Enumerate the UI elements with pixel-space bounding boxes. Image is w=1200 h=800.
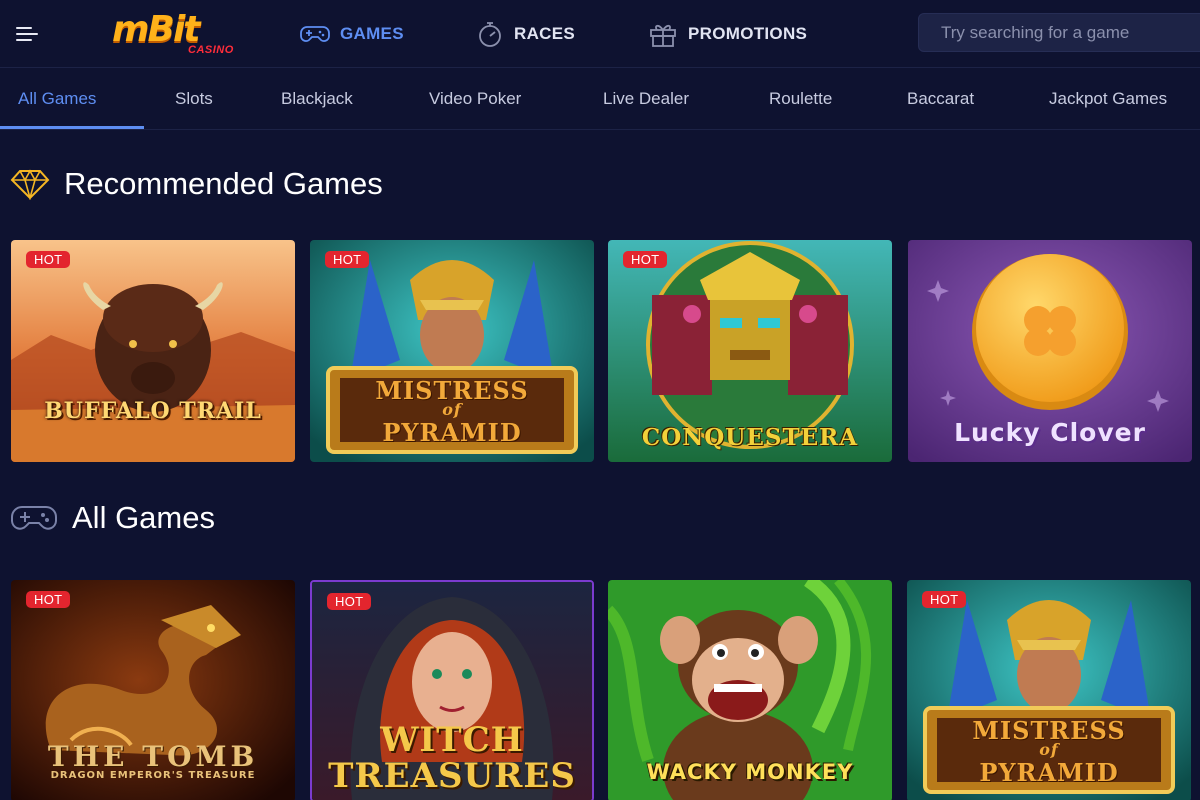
section-title: All Games — [72, 500, 215, 535]
tab-blackjack[interactable]: Blackjack — [281, 68, 353, 130]
game-title-line3: PYRAMID — [979, 758, 1119, 787]
tab-all-games[interactable]: All Games — [18, 68, 96, 130]
gamepad-icon — [300, 26, 330, 42]
tab-baccarat[interactable]: Baccarat — [907, 68, 974, 130]
menu-icon[interactable] — [16, 22, 40, 44]
hot-badge: HOT — [325, 251, 370, 268]
tab-slots[interactable]: Slots — [175, 68, 213, 130]
section-title: Recommended Games — [64, 166, 383, 201]
menu-icon-line — [16, 33, 38, 35]
hot-badge: HOT — [623, 251, 668, 268]
game-title-line1: WITCH — [380, 720, 524, 760]
top-navigation-bar: mBit CASINO GAMES RACES PROMOTIONS — [0, 0, 1200, 68]
game-title-line2: of — [1039, 740, 1059, 759]
game-card-witch-treasures[interactable]: HOT WITCH TREASURES — [310, 580, 594, 800]
game-card-mistress-of-pyramid[interactable]: HOT MISTRESS of PYRAMID — [310, 240, 594, 462]
recommended-games-header: Recommended Games — [10, 166, 383, 202]
game-title: WACKY MONKEY — [646, 760, 854, 784]
nav-races-label: RACES — [514, 24, 576, 43]
nav-games[interactable]: GAMES — [300, 18, 404, 50]
tab-roulette[interactable]: Roulette — [769, 68, 832, 130]
stopwatch-icon — [479, 22, 501, 47]
game-title: THE TOMB — [47, 740, 259, 773]
tab-live-dealer[interactable]: Live Dealer — [603, 68, 689, 130]
category-tabs: All Games Slots Blackjack Video Poker Li… — [0, 68, 1200, 130]
game-card-conquestera[interactable]: HOT CONQUESTERA — [608, 240, 892, 462]
game-card-lucky-clover[interactable]: Lucky Clover — [908, 240, 1192, 462]
nav-games-label: GAMES — [340, 24, 404, 43]
nav-promotions-label: PROMOTIONS — [688, 24, 808, 43]
search-input[interactable] — [918, 13, 1200, 52]
game-title: Lucky Clover — [954, 418, 1146, 447]
mbit-casino-logo[interactable]: mBit CASINO — [112, 10, 252, 60]
game-card-the-tomb[interactable]: HOT THE TOMB DRAGON EMPEROR'S TREASURE — [11, 580, 295, 800]
game-card-wacky-monkey[interactable]: WACKY MONKEY — [608, 580, 892, 800]
menu-icon-line — [16, 39, 32, 41]
tab-video-poker[interactable]: Video Poker — [429, 68, 521, 130]
diamond-icon — [10, 169, 50, 200]
nav-promotions[interactable]: PROMOTIONS — [648, 18, 807, 50]
tab-jackpot-games[interactable]: Jackpot Games — [1049, 68, 1167, 130]
active-tab-indicator — [0, 126, 144, 129]
game-subtitle: DRAGON EMPEROR'S TREASURE — [50, 770, 256, 781]
gamepad-icon — [11, 506, 57, 530]
buffalo-trail-artwork — [11, 240, 295, 462]
hot-badge: HOT — [922, 591, 967, 608]
game-title-line2: TREASURES — [328, 756, 576, 796]
game-card-buffalo-trail[interactable]: HOT BUFFALO TRAIL — [11, 240, 295, 462]
nav-races[interactable]: RACES — [476, 18, 575, 50]
logo-text: mBit — [112, 9, 200, 50]
logo-subtext: CASINO — [188, 44, 234, 56]
game-card-mistress-of-pyramid[interactable]: HOT MISTRESS of PYRAMID — [907, 580, 1191, 800]
game-title-line2: of — [442, 400, 462, 419]
game-title: BUFFALO TRAIL — [44, 398, 262, 424]
hot-badge: HOT — [327, 593, 372, 610]
menu-icon-line — [16, 27, 32, 29]
hot-badge: HOT — [26, 251, 71, 268]
hot-badge: HOT — [26, 591, 71, 608]
game-title-line3: PYRAMID — [382, 418, 522, 447]
game-title: CONQUESTERA — [641, 424, 859, 451]
all-games-header: All Games — [10, 500, 215, 536]
gift-icon — [650, 24, 676, 47]
